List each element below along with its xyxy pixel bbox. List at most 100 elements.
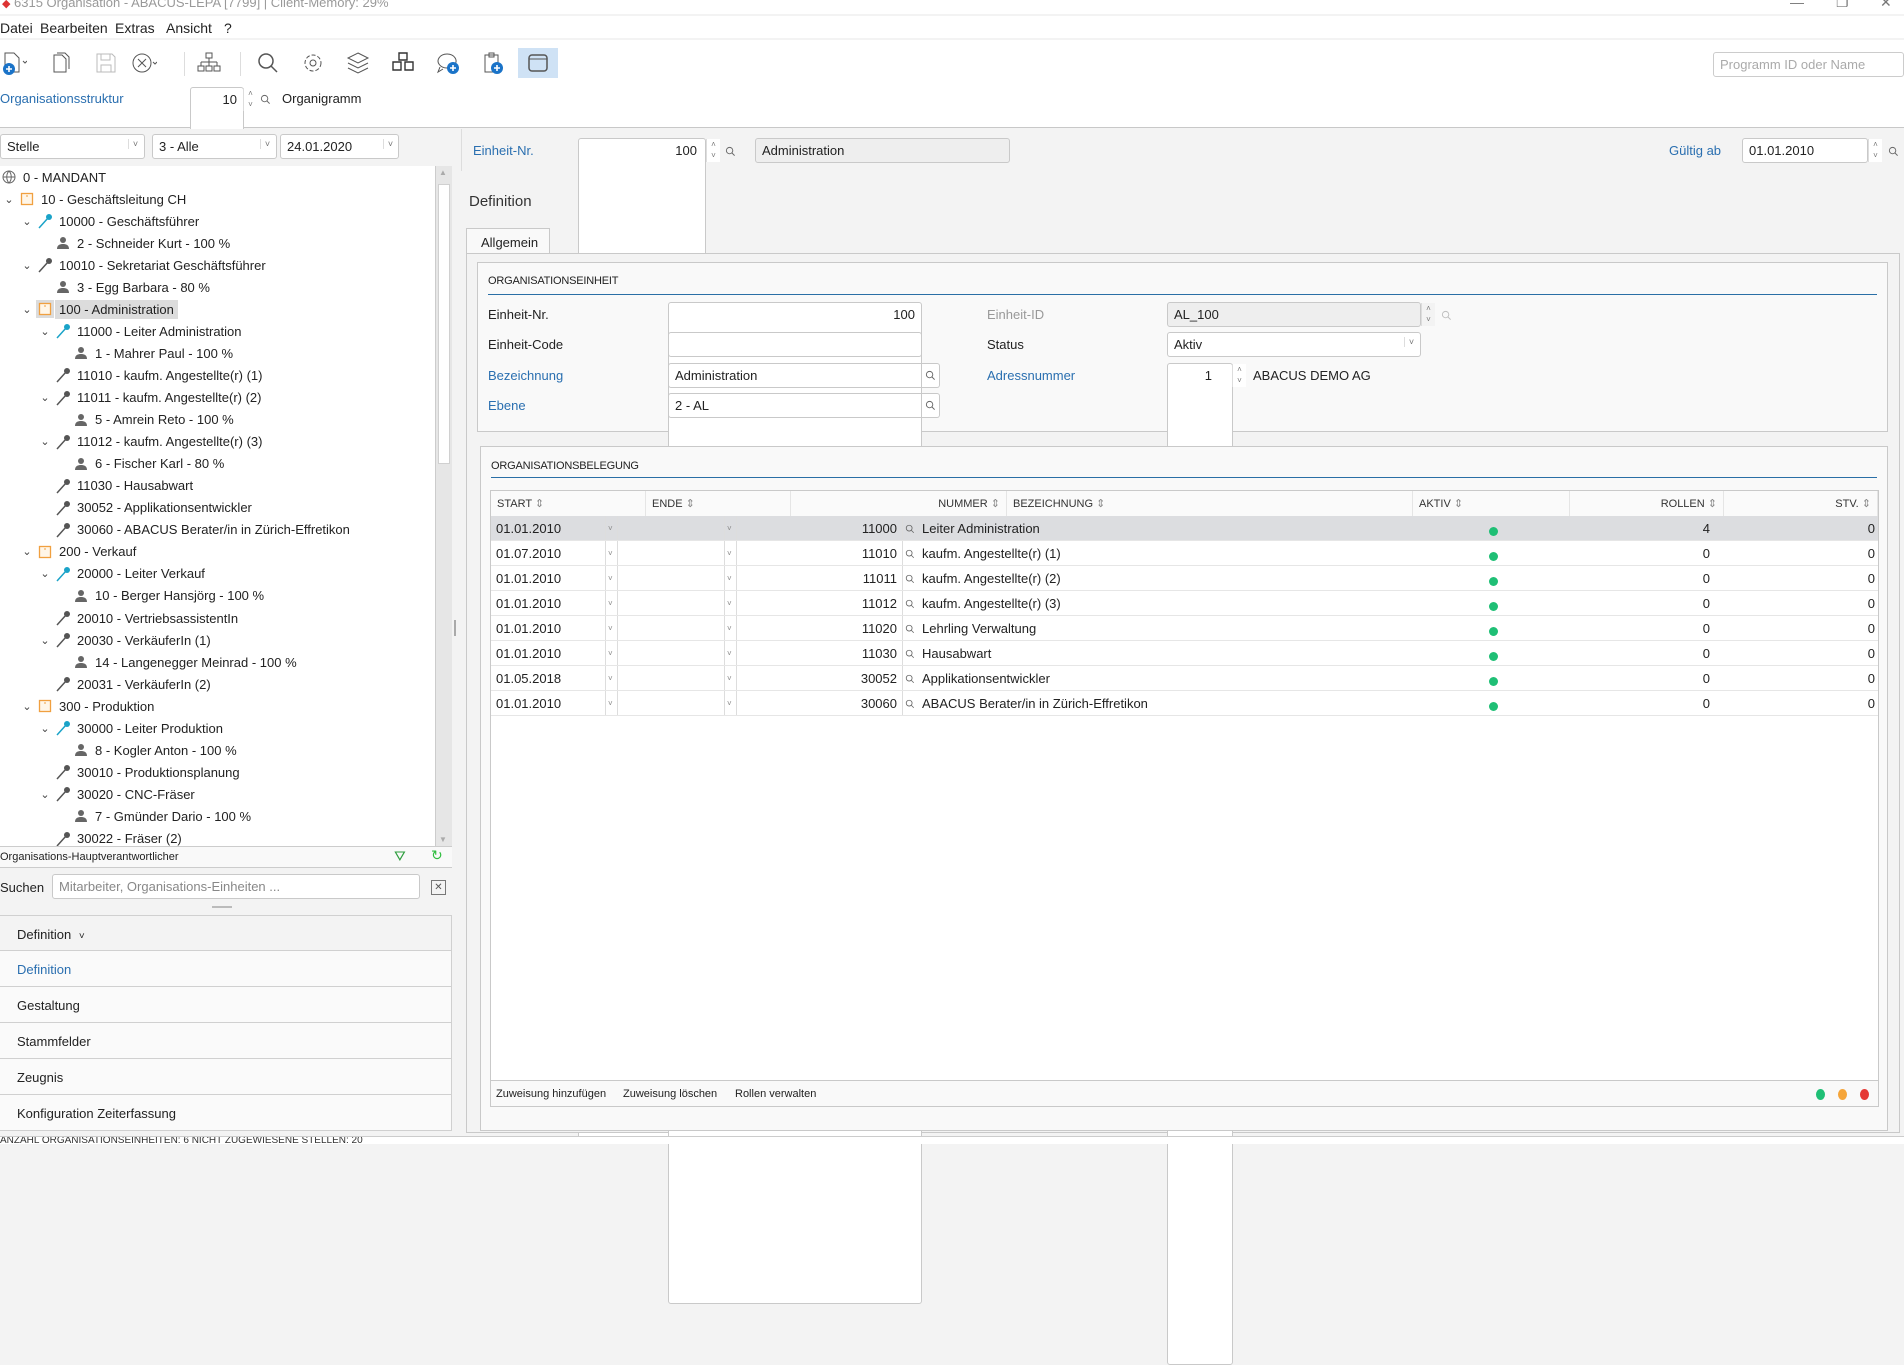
- name-label[interactable]: Bezeichnung: [488, 368, 563, 383]
- chevron-down-icon[interactable]: ˅: [383, 139, 397, 149]
- end-date-cell[interactable]: [620, 666, 725, 690]
- start-date-cell[interactable]: 01.01.2010: [491, 641, 606, 665]
- tree-node[interactable]: ⌄ 200 - Verkauf: [18, 541, 140, 563]
- org-tree[interactable]: 0 - MANDANT ⌄ 10 - Geschäftsleitung CH ⌄ 100…: [0, 166, 435, 846]
- chevron-down-icon[interactable]: ⌄: [18, 545, 36, 558]
- filter-icon[interactable]: ⛛: [394, 848, 406, 865]
- clear-search-icon[interactable]: ✕: [431, 880, 446, 895]
- chevron-down-icon[interactable]: ⌄: [36, 325, 54, 338]
- tree-node[interactable]: 30052 - Applikationsentwickler: [36, 497, 256, 519]
- tree-node[interactable]: 6 - Fischer Karl - 80 %: [54, 453, 228, 475]
- minimize-icon[interactable]: —: [1790, 0, 1804, 10]
- chevron-down-icon[interactable]: ⌄: [18, 303, 36, 316]
- number-search-icon[interactable]: [903, 616, 917, 640]
- menu-extras[interactable]: Extras: [115, 20, 155, 36]
- table-row[interactable]: 01.01.2010 ˅ ˅ 11020 Lehrling Verwaltung 0 0: [491, 616, 1878, 641]
- structure-search-icon[interactable]: [260, 93, 271, 108]
- chevron-down-icon[interactable]: ˅: [606, 691, 618, 715]
- chevron-down-icon[interactable]: ˅: [725, 591, 737, 615]
- number-search-icon[interactable]: [903, 641, 917, 665]
- chevron-down-icon[interactable]: ˅: [725, 566, 737, 590]
- column-header[interactable]: STV. ⇕: [1724, 491, 1878, 516]
- table-row[interactable]: 01.01.2010 ˅ ˅ 30060 ABACUS Berater/in in Zü…: [491, 691, 1878, 716]
- chevron-down-icon[interactable]: ˅: [725, 641, 737, 665]
- number-search-icon[interactable]: [903, 566, 917, 590]
- end-date-cell[interactable]: [620, 516, 725, 540]
- tree-node[interactable]: 2 - Schneider Kurt - 100 %: [36, 232, 234, 254]
- manage-roles-button[interactable]: Rollen verwalten: [735, 1088, 816, 1100]
- number-cell[interactable]: 11000: [739, 516, 903, 540]
- search-icon[interactable]: [248, 48, 288, 78]
- start-date-cell[interactable]: 01.01.2010: [491, 691, 606, 715]
- chevron-down-icon[interactable]: ˅: [725, 616, 737, 640]
- end-date-cell[interactable]: [620, 641, 725, 665]
- address-stepper[interactable]: ˄ ˅: [1232, 364, 1246, 387]
- level-search-icon[interactable]: [922, 393, 940, 418]
- number-search-icon[interactable]: [903, 541, 917, 565]
- tree-node[interactable]: ⌄ 10 - Geschäftsleitung CH: [0, 188, 190, 210]
- column-header[interactable]: AKTIV ⇕: [1413, 491, 1570, 516]
- chevron-down-icon[interactable]: ˅: [606, 516, 618, 540]
- table-row[interactable]: 01.01.2010 ˅ ˅ 11000 Leiter Administration 4 0: [491, 516, 1878, 541]
- end-date-cell[interactable]: [620, 616, 725, 640]
- code-input[interactable]: [668, 332, 922, 357]
- number-search-icon[interactable]: [903, 691, 917, 715]
- new-document-icon[interactable]: [0, 48, 34, 78]
- chevron-down-icon[interactable]: ˅: [606, 641, 618, 665]
- valid-from-input[interactable]: 01.01.2010: [1742, 138, 1868, 163]
- tree-node[interactable]: 11010 - kaufm. Angestellte(r) (1): [36, 364, 266, 386]
- window-icon[interactable]: [518, 48, 558, 78]
- gear-icon[interactable]: [293, 48, 333, 78]
- nav-item-stammfelder[interactable]: Stammfelder: [0, 1023, 452, 1059]
- chevron-down-icon[interactable]: ˅: [725, 541, 737, 565]
- tree-node[interactable]: ⌄ 20030 - VerkäuferIn (1): [36, 629, 215, 651]
- tree-node[interactable]: 10 - Berger Hansjörg - 100 %: [54, 585, 268, 607]
- tree-search-input[interactable]: Mitarbeiter, Organisations-Einheiten ...: [52, 874, 420, 899]
- number-cell[interactable]: 11012: [739, 591, 903, 615]
- chevron-down-icon[interactable]: ˅: [606, 666, 618, 690]
- copy-icon[interactable]: [40, 48, 80, 78]
- tree-node[interactable]: ⌄ 10000 - Geschäftsführer: [18, 210, 203, 232]
- number-search-icon[interactable]: [903, 591, 917, 615]
- nav-header[interactable]: Definition ˅: [0, 915, 452, 951]
- tree-node[interactable]: 0 - MANDANT: [0, 166, 110, 188]
- chevron-down-icon[interactable]: ˅: [606, 541, 618, 565]
- column-header[interactable]: NUMMER ⇕: [791, 491, 1007, 516]
- tree-node[interactable]: 8 - Kogler Anton - 100 %: [54, 739, 241, 761]
- cubes-icon[interactable]: [383, 48, 423, 78]
- tree-node[interactable]: 30022 - Fräser (2): [36, 828, 186, 846]
- column-header[interactable]: ENDE ⇕: [646, 491, 791, 516]
- column-header[interactable]: START ⇕: [491, 491, 646, 516]
- chevron-down-icon[interactable]: ˅: [725, 666, 737, 690]
- layers-icon[interactable]: [338, 48, 378, 78]
- tab-allgemein[interactable]: Allgemein: [466, 228, 550, 254]
- pane-splitter[interactable]: [454, 620, 456, 636]
- chevron-down-icon[interactable]: ⌄: [36, 435, 54, 448]
- chevron-down-icon[interactable]: ˅: [725, 516, 737, 540]
- unit-number-stepper[interactable]: ˄ ˅: [706, 139, 720, 162]
- number-cell[interactable]: 11011: [739, 566, 903, 590]
- number-cell[interactable]: 11020: [739, 616, 903, 640]
- delete-assignment-button[interactable]: Zuweisung löschen: [623, 1088, 717, 1100]
- chevron-down-icon[interactable]: ⌄: [18, 215, 36, 228]
- chevron-down-icon[interactable]: ⌄: [36, 567, 54, 580]
- tree-node[interactable]: 5 - Amrein Reto - 100 %: [54, 409, 238, 431]
- save-icon[interactable]: [86, 48, 126, 78]
- number-search-icon[interactable]: [903, 516, 917, 540]
- type-select[interactable]: Stelle: [0, 134, 145, 159]
- number-cell[interactable]: 11030: [739, 641, 903, 665]
- structure-stepper[interactable]: ˄ ˅: [243, 88, 257, 111]
- chevron-down-icon[interactable]: ⌄: [36, 634, 54, 647]
- level-select[interactable]: 3 - Alle: [152, 134, 277, 159]
- level-label[interactable]: Ebene: [488, 398, 526, 413]
- menu-datei[interactable]: Datei: [0, 20, 33, 36]
- structure-label[interactable]: Organisationsstruktur: [0, 91, 124, 106]
- tree-node[interactable]: 20010 - VertriebsassistentIn: [36, 607, 242, 629]
- valid-from-search-icon[interactable]: [1888, 145, 1899, 160]
- nav-item-zeugnis[interactable]: Zeugnis: [0, 1059, 452, 1095]
- tree-node[interactable]: 3 - Egg Barbara - 80 %: [36, 276, 214, 298]
- nav-item-gestaltung[interactable]: Gestaltung: [0, 987, 452, 1023]
- tree-node[interactable]: ⌄ 11011 - kaufm. Angestellte(r) (2): [36, 387, 266, 409]
- tree-node[interactable]: ⌄ 20000 - Leiter Verkauf: [36, 563, 209, 585]
- number-search-icon[interactable]: [903, 666, 917, 690]
